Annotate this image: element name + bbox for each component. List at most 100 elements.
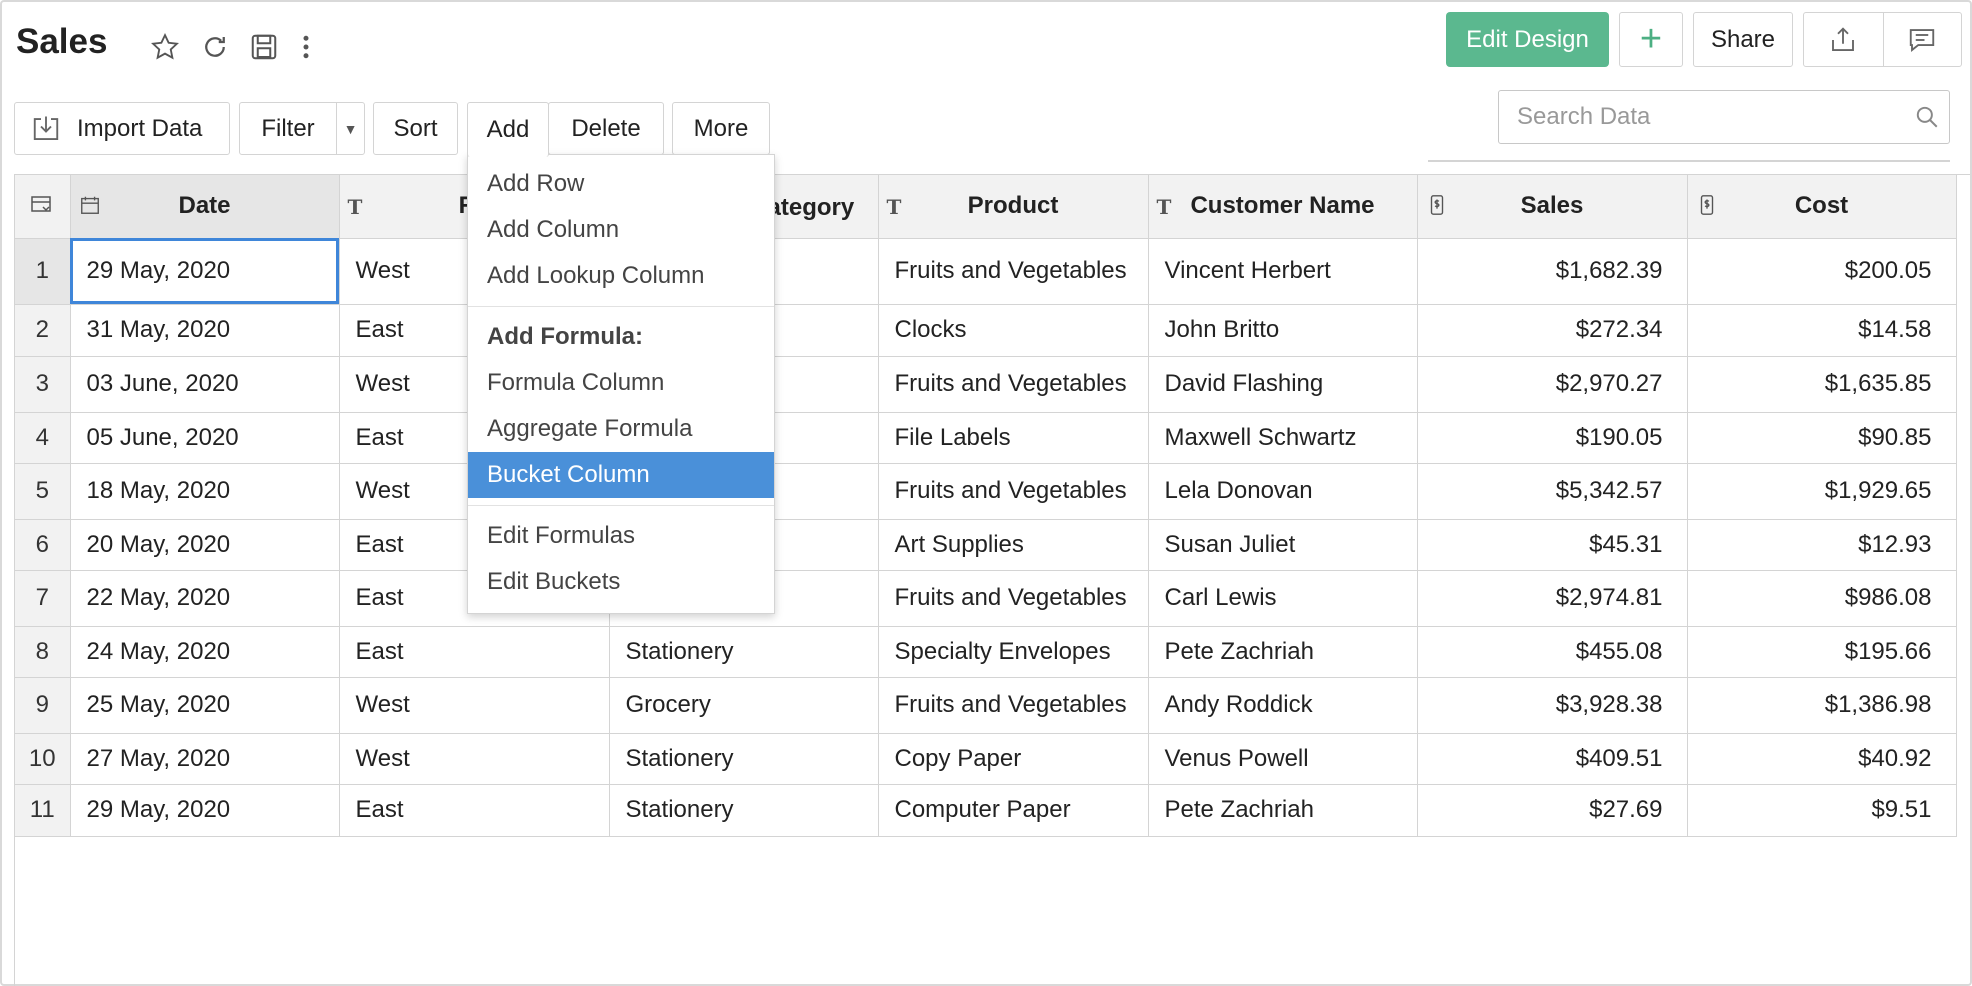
cell-cost[interactable]: $12.93 [1687,519,1957,571]
cell-sales[interactable]: $5,342.57 [1417,463,1688,520]
cell-product[interactable]: Art Supplies [878,519,1149,571]
column-header-product[interactable]: T Product [878,175,1149,239]
table-row[interactable]: 10 27 May, 2020 West Stationery Copy Paper Ve… [15,733,1957,785]
refresh-icon[interactable] [198,30,232,64]
cell-customer-name[interactable]: Vincent Herbert [1148,238,1418,305]
cell-date[interactable]: 25 May, 2020 [70,677,340,734]
cell-customer-name[interactable]: Andy Roddick [1148,677,1418,734]
search-input[interactable] [1517,103,1905,131]
menu-item-add-row[interactable]: Add Row [468,161,774,207]
cell-customer-name[interactable]: Maxwell Schwartz [1148,412,1418,464]
cell-product[interactable]: File Labels [878,412,1149,464]
cell-customer-name[interactable]: John Britto [1148,304,1418,357]
column-header-customer-name[interactable]: T Customer Name [1148,175,1418,239]
cell-date[interactable]: 22 May, 2020 [70,570,340,627]
row-number[interactable]: 7 [15,570,71,627]
cell-product[interactable]: Specialty Envelopes [878,626,1149,678]
add-button[interactable]: Add [467,102,549,157]
table-row[interactable]: 9 25 May, 2020 West Grocery Fruits and Veget… [15,677,1957,734]
cell-customer-name[interactable]: Pete Zachriah [1148,784,1418,837]
more-vertical-icon[interactable] [289,30,323,64]
cell-customer-name[interactable]: Pete Zachriah [1148,626,1418,678]
cell-sales[interactable]: $45.31 [1417,519,1688,571]
star-icon[interactable] [148,30,182,64]
column-menu-cell[interactable] [15,175,71,239]
cell-sales[interactable]: $190.05 [1417,412,1688,464]
table-row[interactable]: 4 05 June, 2020 East File Labels Maxwell Sch… [15,412,1957,464]
sort-button[interactable]: Sort [373,102,458,155]
table-row[interactable]: 11 29 May, 2020 East Stationery Computer Pap… [15,784,1957,837]
cell-region[interactable]: East [339,784,610,837]
add-view-button[interactable]: + [1619,12,1683,67]
cell-product[interactable]: Fruits and Vegetables [878,677,1149,734]
more-button[interactable]: More [672,102,770,155]
cell-customer-name[interactable]: Susan Juliet [1148,519,1418,571]
search-icon[interactable] [1905,104,1949,130]
cell-date[interactable]: 18 May, 2020 [70,463,340,520]
share-button[interactable]: Share [1693,12,1793,67]
export-icon[interactable] [1804,13,1883,66]
cell-cost[interactable]: $14.58 [1687,304,1957,357]
cell-region[interactable]: East [339,626,610,678]
cell-product[interactable]: Fruits and Vegetables [878,356,1149,413]
cell-sales[interactable]: $455.08 [1417,626,1688,678]
menu-item-aggregate-formula[interactable]: Aggregate Formula [468,406,774,452]
cell-date[interactable]: 24 May, 2020 [70,626,340,678]
cell-region[interactable]: West [339,677,610,734]
row-number[interactable]: 1 [15,238,71,305]
cell-region[interactable]: West [339,733,610,785]
cell-sales[interactable]: $2,970.27 [1417,356,1688,413]
cell-cost[interactable]: $1,635.85 [1687,356,1957,413]
cell-cost[interactable]: $9.51 [1687,784,1957,837]
menu-item-formula-column[interactable]: Formula Column [468,360,774,406]
cell-category[interactable]: Stationery [609,733,879,785]
cell-customer-name[interactable]: Venus Powell [1148,733,1418,785]
cell-customer-name[interactable]: Carl Lewis [1148,570,1418,627]
table-row[interactable]: 3 03 June, 2020 West Fruits and Vegetables D… [15,356,1957,413]
cell-product[interactable]: Fruits and Vegetables [878,570,1149,627]
cell-customer-name[interactable]: Lela Donovan [1148,463,1418,520]
cell-cost[interactable]: $986.08 [1687,570,1957,627]
cell-sales[interactable]: $3,928.38 [1417,677,1688,734]
cell-date[interactable]: 05 June, 2020 [70,412,340,464]
cell-sales[interactable]: $1,682.39 [1417,238,1688,305]
row-number[interactable]: 4 [15,412,71,464]
row-number[interactable]: 3 [15,356,71,413]
cell-sales[interactable]: $27.69 [1417,784,1688,837]
row-number[interactable]: 6 [15,519,71,571]
cell-date[interactable]: 31 May, 2020 [70,304,340,357]
cell-cost[interactable]: $195.66 [1687,626,1957,678]
cell-product[interactable]: Clocks [878,304,1149,357]
column-header-cost[interactable]: Cost [1687,175,1957,239]
edit-design-button[interactable]: Edit Design [1446,12,1609,67]
table-row[interactable]: 8 24 May, 2020 East Stationery Specialty Env… [15,626,1957,678]
cell-cost[interactable]: $200.05 [1687,238,1957,305]
cell-product[interactable]: Fruits and Vegetables [878,238,1149,305]
cell-sales[interactable]: $409.51 [1417,733,1688,785]
column-header-sales[interactable]: Sales [1417,175,1688,239]
menu-item-add-column[interactable]: Add Column [468,207,774,253]
cell-product[interactable]: Copy Paper [878,733,1149,785]
cell-cost[interactable]: $1,386.98 [1687,677,1957,734]
cell-category[interactable]: Stationery [609,626,879,678]
cell-date[interactable]: 27 May, 2020 [70,733,340,785]
menu-item-edit-buckets[interactable]: Edit Buckets [468,559,774,605]
table-row[interactable]: 2 31 May, 2020 East Clocks John Britto $272.3… [15,304,1957,357]
comment-icon[interactable] [1882,13,1962,66]
row-number[interactable]: 9 [15,677,71,734]
cell-cost[interactable]: $90.85 [1687,412,1957,464]
cell-date[interactable]: 29 May, 2020 [70,238,340,305]
cell-sales[interactable]: $272.34 [1417,304,1688,357]
row-number[interactable]: 5 [15,463,71,520]
table-row[interactable]: 722 May, 2020EastGroceryFruits and Veget… [15,570,1957,627]
row-number[interactable]: 8 [15,626,71,678]
menu-item-add-lookup-column[interactable]: Add Lookup Column [468,253,774,299]
cell-category[interactable]: Stationery [609,784,879,837]
cell-cost[interactable]: $40.92 [1687,733,1957,785]
cell-category[interactable]: Grocery [609,677,879,734]
import-data-button[interactable]: Import Data [14,102,230,155]
row-number[interactable]: 11 [15,784,71,837]
menu-item-bucket-column[interactable]: Bucket Column [468,452,774,498]
cell-date[interactable]: 03 June, 2020 [70,356,340,413]
cell-product[interactable]: Fruits and Vegetables [878,463,1149,520]
